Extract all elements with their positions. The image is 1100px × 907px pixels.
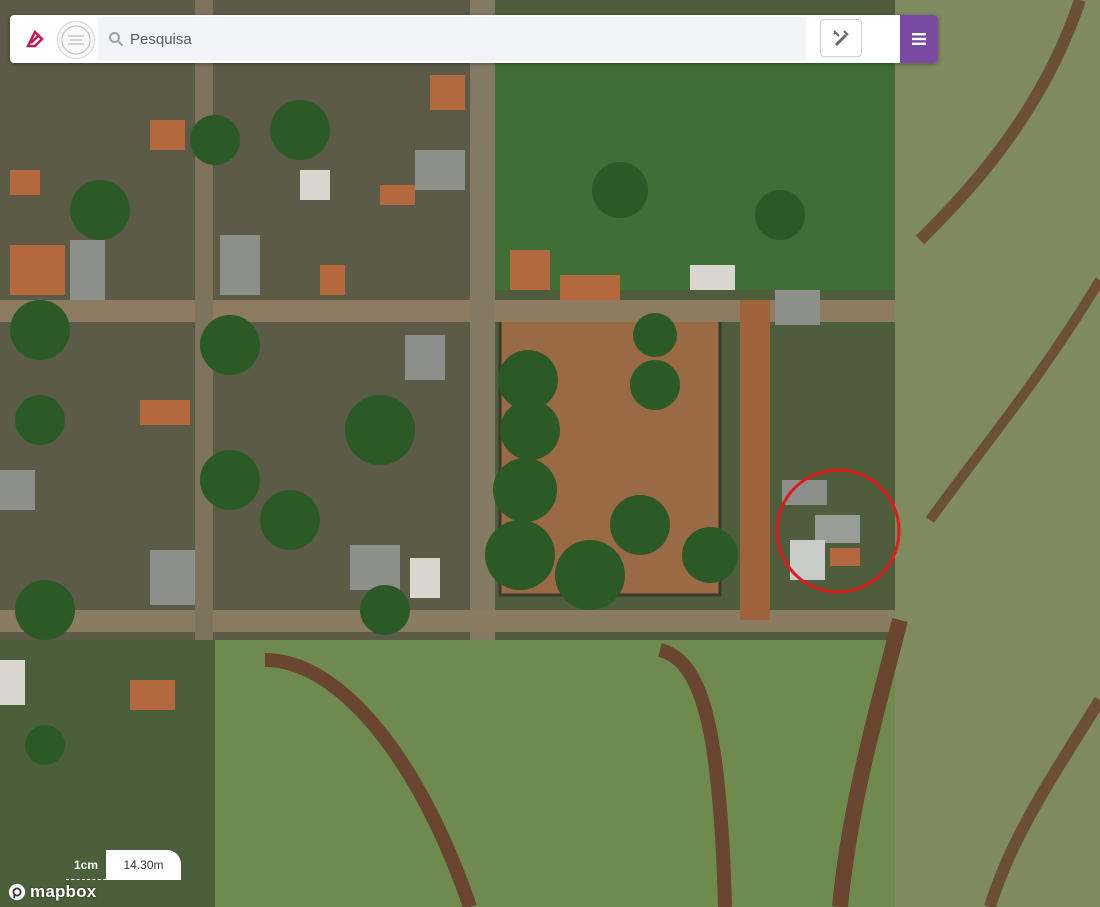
scale-unit-label: 1cm (66, 850, 106, 880)
scale-distance-label: 14.30m (106, 850, 181, 880)
menu-button[interactable] (900, 15, 938, 63)
search-icon (109, 32, 124, 47)
map-scale: 1cm 14.30m (66, 850, 181, 880)
mapbox-logo-icon (8, 883, 26, 901)
mapbox-attribution[interactable]: mapbox (8, 881, 96, 903)
search-input[interactable] (130, 17, 790, 61)
satellite-map[interactable] (0, 0, 1100, 907)
hamburger-menu-icon (912, 33, 926, 45)
drawing-tools-icon (833, 30, 849, 46)
top-search-bar (10, 15, 938, 63)
mapbox-brand-text: mapbox (30, 882, 97, 901)
search-box (98, 17, 806, 61)
drawing-tools-button[interactable] (820, 19, 862, 57)
municipal-seal-icon (57, 21, 95, 59)
brand-logo-icon[interactable] (20, 24, 50, 54)
